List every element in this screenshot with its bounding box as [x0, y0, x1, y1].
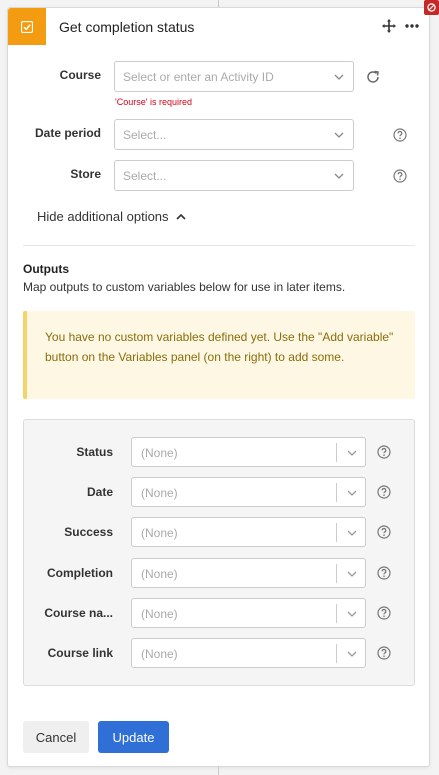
- select-separator: [336, 644, 337, 663]
- select-separator: [336, 443, 337, 462]
- chevron-down-icon: [347, 450, 357, 456]
- help-icon[interactable]: [377, 566, 391, 580]
- store-label: Store: [70, 167, 101, 181]
- select-separator: [336, 604, 337, 623]
- output-label: Success: [64, 525, 113, 539]
- output-variable-select[interactable]: (None): [131, 558, 366, 588]
- no-variables-warning: You have no custom variables defined yet…: [23, 311, 415, 399]
- select-separator: [336, 564, 337, 583]
- help-icon[interactable]: [377, 646, 391, 660]
- help-icon[interactable]: [377, 525, 391, 539]
- output-label: Date: [86, 485, 113, 499]
- course-label: Course: [59, 68, 101, 82]
- course-error: 'Course' is required: [115, 97, 192, 107]
- chevron-down-icon: [347, 651, 357, 657]
- card-header: Get completion status: [8, 8, 429, 45]
- warning-text: You have no custom variables defined yet…: [45, 330, 394, 364]
- output-value: (None): [141, 446, 178, 460]
- chevron-down-icon: [334, 74, 344, 80]
- output-row-course-link: Course link (None): [24, 638, 414, 668]
- store-placeholder: Select...: [123, 169, 167, 183]
- error-badge-icon[interactable]: [424, 0, 439, 15]
- output-row-course-name: Course na... (None): [24, 598, 414, 628]
- output-label: Course link: [47, 646, 113, 660]
- output-value: (None): [141, 647, 178, 661]
- select-separator: [336, 483, 337, 502]
- output-row-date: Date (None): [24, 477, 414, 507]
- help-icon[interactable]: [393, 169, 407, 183]
- update-button[interactable]: Update: [98, 721, 169, 753]
- chevron-down-icon: [347, 571, 357, 577]
- refresh-icon[interactable]: [365, 69, 381, 85]
- course-select[interactable]: Select or enter an Activity ID: [114, 61, 354, 92]
- output-value: (None): [141, 486, 178, 500]
- output-variable-select[interactable]: (None): [131, 517, 366, 547]
- toggle-label: Hide additional options: [37, 209, 169, 224]
- help-icon[interactable]: [377, 606, 391, 620]
- output-label: Status: [76, 445, 113, 459]
- date-period-label: Date period: [34, 126, 101, 140]
- chevron-up-icon: [175, 213, 186, 220]
- hide-additional-options-toggle[interactable]: Hide additional options: [37, 209, 187, 224]
- date-period-select[interactable]: Select...: [114, 119, 354, 150]
- connector-line-bottom: [218, 766, 219, 775]
- output-label: Course na...: [44, 606, 113, 620]
- move-icon[interactable]: [381, 18, 397, 34]
- section-divider: [23, 245, 415, 246]
- chevron-down-icon: [347, 530, 357, 536]
- output-variable-select[interactable]: (None): [131, 477, 366, 507]
- output-variable-select[interactable]: (None): [131, 638, 366, 668]
- help-icon[interactable]: [377, 445, 391, 459]
- output-value: (None): [141, 526, 178, 540]
- more-options-icon[interactable]: [404, 18, 420, 34]
- checkbox-icon: [8, 8, 46, 45]
- help-icon[interactable]: [393, 128, 407, 142]
- output-row-success: Success (None): [24, 517, 414, 547]
- chevron-down-icon: [334, 173, 344, 179]
- card-title: Get completion status: [59, 19, 195, 35]
- chevron-down-icon: [334, 132, 344, 138]
- output-mapping-panel: Status (None) Date (None) Success (None): [23, 419, 415, 686]
- outputs-title: Outputs: [23, 262, 69, 276]
- output-value: (None): [141, 607, 178, 621]
- cancel-button[interactable]: Cancel: [23, 721, 89, 753]
- course-placeholder: Select or enter an Activity ID: [123, 70, 274, 84]
- step-card: Get completion status Course Select or e…: [7, 7, 430, 767]
- date-period-placeholder: Select...: [123, 128, 167, 142]
- outputs-description: Map outputs to custom variables below fo…: [23, 280, 346, 294]
- store-select[interactable]: Select...: [114, 160, 354, 191]
- output-label: Completion: [47, 566, 113, 580]
- chevron-down-icon: [347, 490, 357, 496]
- select-separator: [336, 523, 337, 542]
- output-value: (None): [141, 567, 178, 581]
- output-row-status: Status (None): [24, 437, 414, 467]
- help-icon[interactable]: [377, 485, 391, 499]
- output-variable-select[interactable]: (None): [131, 437, 366, 467]
- output-row-completion: Completion (None): [24, 558, 414, 588]
- chevron-down-icon: [347, 611, 357, 617]
- output-variable-select[interactable]: (None): [131, 598, 366, 628]
